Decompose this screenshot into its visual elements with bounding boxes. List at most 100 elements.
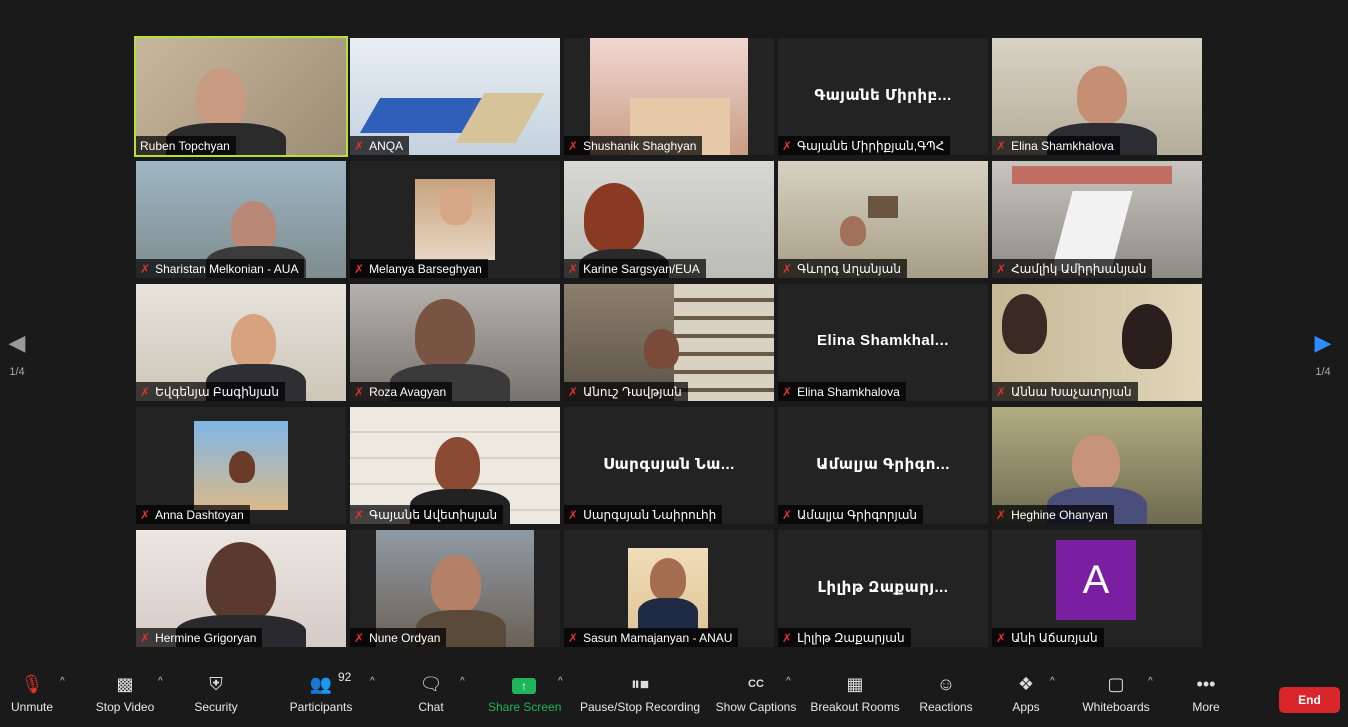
muted-mic-icon: ✗	[354, 261, 365, 276]
captions-icon: CC	[748, 678, 764, 690]
end-meeting-button[interactable]: End	[1279, 687, 1340, 713]
muted-mic-icon: ✗	[140, 261, 151, 276]
muted-mic-icon: ✗	[354, 507, 365, 522]
participant-tile[interactable]: Elina Shamkhal... ✗ Elina Shamkhalova	[778, 284, 988, 401]
share-screen-button[interactable]: ↑ Share Screen	[488, 672, 561, 714]
participant-tile[interactable]: ✗ Sasun Mamajanyan - ANAU	[564, 530, 774, 647]
participants-count: 92	[338, 670, 352, 684]
stop-video-button[interactable]: ▩ Stop Video	[94, 672, 156, 714]
participant-tile[interactable]: A ✗ Անի Աճառյան	[992, 530, 1202, 647]
microphone-muted-icon: 🎙	[20, 674, 44, 694]
participant-tile[interactable]: ✗ Անուշ Դավթյան	[564, 284, 774, 401]
video-camera-icon: ▩	[116, 674, 134, 694]
participant-tile[interactable]: ✗ Roza Avagyan	[350, 284, 560, 401]
participant-name: ✗ Elina Shamkhalova	[778, 382, 906, 401]
chevron-right-icon[interactable]: ▶	[1308, 330, 1338, 356]
share-screen-icon: ↑	[488, 672, 560, 696]
muted-mic-icon: ✗	[996, 507, 1007, 522]
muted-mic-icon: ✗	[996, 384, 1007, 399]
participant-tile[interactable]: Լիլիթ Զաքարյ... ✗ Լիլիթ Զաքարյան	[778, 530, 988, 647]
breakout-rooms-button[interactable]: ▦ Breakout Rooms	[810, 672, 900, 714]
chevron-up-icon[interactable]: ^	[60, 676, 65, 687]
participant-tile[interactable]: ✗ Melanya Barseghyan	[350, 161, 560, 278]
muted-mic-icon: ✗	[354, 630, 365, 645]
muted-mic-icon: ✗	[568, 138, 579, 153]
participant-name: ✗ Գայանե Ավետիսյան	[350, 505, 504, 524]
participant-name: ✗ Լիլիթ Զաքարյան	[778, 628, 911, 647]
apps-button[interactable]: ❖ Apps	[1010, 672, 1042, 714]
participant-name: ✗ Ամալյա Գրիգորյան	[778, 505, 923, 524]
participant-name: ✗ Եվգենյա Բագինյան	[136, 382, 285, 401]
security-button[interactable]: ⛨ Security	[192, 672, 240, 714]
chevron-up-icon[interactable]: ^	[1050, 676, 1055, 687]
participant-tile[interactable]: ✗ Sharistan Melkonian - AUA	[136, 161, 346, 278]
muted-mic-icon: ✗	[782, 507, 793, 522]
chevron-left-icon[interactable]: ◀	[2, 330, 32, 356]
participant-tile[interactable]: ✗ Anna Dashtoyan	[136, 407, 346, 524]
participant-tile[interactable]: ✗ Shushanik Shaghyan	[564, 38, 774, 155]
chevron-up-icon[interactable]: ^	[158, 676, 163, 687]
participant-tile[interactable]: Ruben Topchyan	[134, 36, 348, 157]
participant-name: Ruben Topchyan	[136, 136, 236, 155]
participants-button[interactable]: 👥 92 Participants	[288, 670, 354, 714]
chat-button[interactable]: 🗨 Chat	[414, 672, 448, 714]
participant-name: ✗ Nune Ordyan	[350, 628, 447, 647]
participant-tile[interactable]: Ամալյա Գրիգո... ✗ Ամալյա Գրիգորյան	[778, 407, 988, 524]
participant-name: ✗ Shushanik Shaghyan	[564, 136, 703, 155]
muted-mic-icon: ✗	[568, 261, 579, 276]
participant-tile[interactable]: ✗ Գայանե Ավետիսյան	[350, 407, 560, 524]
participant-name: ✗ Roza Avagyan	[350, 382, 453, 401]
page-indicator-right: 1/4	[1315, 366, 1331, 378]
participant-name: ✗ Աննա Խաչատրյան	[992, 382, 1138, 401]
unmute-button[interactable]: 🎙 Unmute	[10, 672, 54, 714]
apps-icon: ❖	[1017, 674, 1035, 694]
muted-mic-icon: ✗	[996, 630, 1007, 645]
page-previous[interactable]: ◀ 1/4	[2, 330, 32, 378]
participant-name: ✗ Melanya Barseghyan	[350, 259, 488, 278]
chevron-up-icon[interactable]: ^	[558, 676, 563, 687]
participant-tile[interactable]: Գայանե Միրիբ... ✗ Գայանե Միրիքյան,ԳՊՀ	[778, 38, 988, 155]
participant-display-name: Elina Shamkhal...	[817, 332, 949, 349]
participant-name: ✗ Heghine Ohanyan	[992, 505, 1114, 524]
participant-display-name: Գայանե Միրիբ...	[814, 87, 952, 104]
chevron-up-icon[interactable]: ^	[370, 676, 375, 687]
participant-tile[interactable]: ✗ Karine Sargsyan/EUA	[564, 161, 774, 278]
participant-tile[interactable]: ✗ Elina Shamkhalova	[992, 38, 1202, 155]
participant-name: ✗ ANQA	[350, 136, 410, 155]
participant-tile[interactable]: ✗ Գևորգ Աղանյան	[778, 161, 988, 278]
muted-mic-icon: ✗	[354, 384, 365, 399]
participant-tile[interactable]: ✗ Աննա Խաչատրյան	[992, 284, 1202, 401]
participant-tile[interactable]: ✗ Hermine Grigoryan	[136, 530, 346, 647]
more-button[interactable]: ••• More	[1188, 672, 1224, 714]
participant-tile[interactable]: ✗ Եվգենյա Բագինյան	[136, 284, 346, 401]
participant-tile[interactable]: Սարգսյան Նա... ✗ Սարգսյան Նաիրուհի	[564, 407, 774, 524]
participant-tile[interactable]: ✗ Heghine Ohanyan	[992, 407, 1202, 524]
whiteboard-icon: ▢	[1107, 674, 1125, 694]
participant-tile[interactable]: ✗ Համլիկ Ամիրխանյան	[992, 161, 1202, 278]
whiteboards-button[interactable]: ▢ Whiteboards	[1080, 672, 1152, 714]
participant-tile[interactable]: ✗ Nune Ordyan	[350, 530, 560, 647]
participant-name: ✗ Անի Աճառյան	[992, 628, 1104, 647]
pause-stop-icon: ⏸⏹	[631, 674, 649, 694]
participant-tile[interactable]: ✗ ANQA	[350, 38, 560, 155]
muted-mic-icon: ✗	[140, 384, 151, 399]
participant-name: ✗ Anna Dashtoyan	[136, 505, 250, 524]
participant-name: ✗ Karine Sargsyan/EUA	[564, 259, 706, 278]
muted-mic-icon: ✗	[140, 507, 151, 522]
pause-stop-recording-button[interactable]: ⏸⏹ Pause/Stop Recording	[580, 672, 700, 714]
page-next[interactable]: ▶ 1/4	[1308, 330, 1338, 378]
participant-name: ✗ Համլիկ Ամիրխանյան	[992, 259, 1153, 278]
participant-display-name: Սարգսյան Նա...	[603, 456, 735, 473]
muted-mic-icon: ✗	[782, 138, 793, 153]
chevron-up-icon[interactable]: ^	[460, 676, 465, 687]
muted-mic-icon: ✗	[568, 507, 579, 522]
participant-name: ✗ Sasun Mamajanyan - ANAU	[564, 628, 739, 647]
reactions-button[interactable]: ☺ Reactions	[918, 672, 974, 714]
chevron-up-icon[interactable]: ^	[786, 676, 791, 687]
muted-mic-icon: ✗	[996, 261, 1007, 276]
muted-mic-icon: ✗	[140, 630, 151, 645]
show-captions-button[interactable]: CC Show Captions	[715, 672, 797, 714]
muted-mic-icon: ✗	[568, 630, 579, 645]
chevron-up-icon[interactable]: ^	[1148, 676, 1153, 687]
shield-icon: ⛨	[209, 674, 223, 694]
